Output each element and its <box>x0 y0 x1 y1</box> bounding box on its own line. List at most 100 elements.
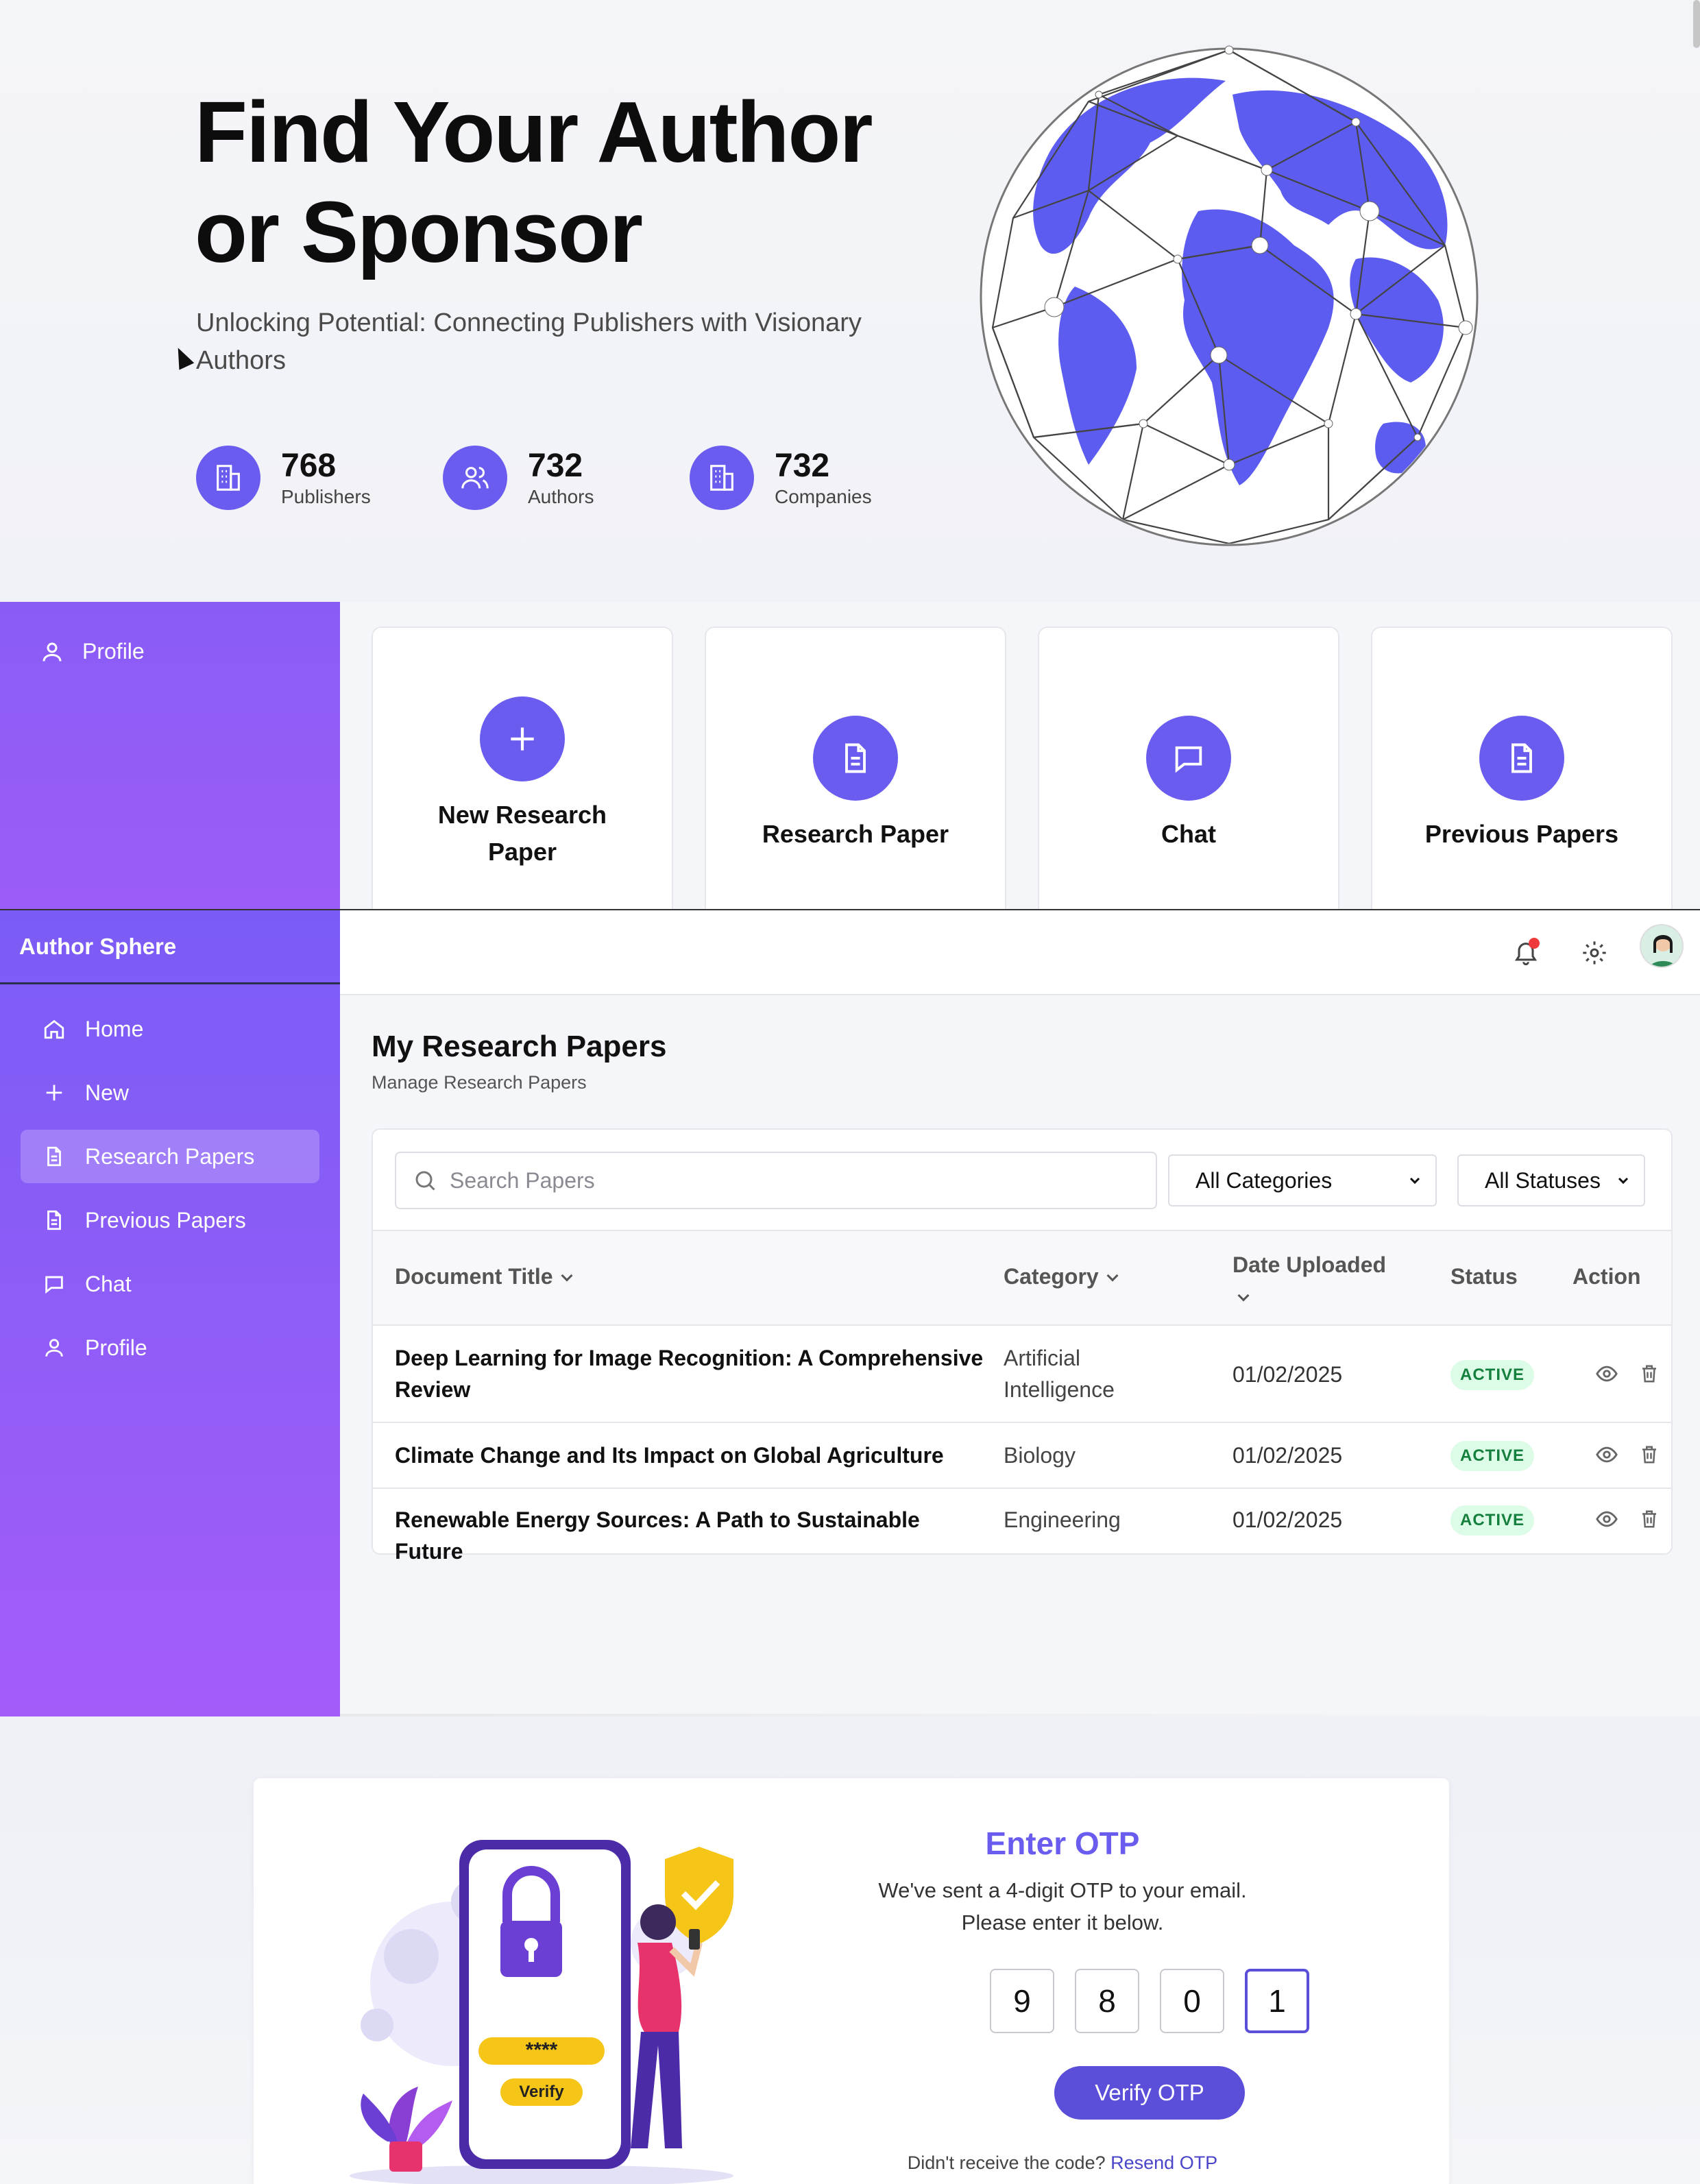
column-header-label: Document Title <box>395 1264 553 1289</box>
top-bar <box>340 910 1700 995</box>
document-icon <box>41 1207 67 1233</box>
card-label: Previous Papers <box>1424 820 1619 848</box>
card-previous-papers[interactable]: Previous Papers <box>1371 627 1673 909</box>
hero-section: Find Your Author or Sponsor Unlocking Po… <box>0 0 1700 602</box>
verify-otp-button[interactable]: Verify OTP <box>1054 2066 1245 2120</box>
trash-icon[interactable] <box>1636 1505 1663 1533</box>
scrollbar[interactable] <box>1693 0 1700 48</box>
otp-digit-4[interactable]: 1 <box>1245 1969 1309 2033</box>
brand-name: Author Sphere <box>0 910 340 984</box>
card-label: Research Paper <box>762 820 949 848</box>
sidebar-item-profile[interactable]: Profile <box>21 1321 319 1374</box>
user-icon <box>41 1335 67 1361</box>
document-icon <box>41 1143 67 1169</box>
otp-card: **** Verify Enter OTP We've sent a 4-dig… <box>254 1778 1449 2184</box>
resend-prefix: Didn't receive the code? <box>907 2152 1106 2173</box>
search-box[interactable] <box>395 1152 1157 1209</box>
stat-value: 732 <box>528 448 583 484</box>
app-main: My Research Papers Manage Research Paper… <box>340 910 1700 1716</box>
plus-icon <box>480 696 565 781</box>
resend-row: Didn't receive the code? Resend OTP <box>871 2152 1254 2174</box>
sidebar-item-profile[interactable]: Profile <box>40 639 145 664</box>
stat-value: 732 <box>775 448 830 484</box>
sidebar-item-previous-papers[interactable]: Previous Papers <box>21 1193 319 1247</box>
document-title: Renewable Energy Sources: A Path to Sust… <box>395 1507 920 1564</box>
gear-icon[interactable] <box>1574 932 1615 973</box>
chat-icon <box>41 1271 67 1297</box>
dashboard-sidebar: Profile <box>0 602 340 909</box>
sidebar-item-label: Profile <box>82 639 145 664</box>
stat-value: 768 <box>281 448 337 484</box>
column-header-date[interactable]: Date Uploaded <box>1232 1249 1386 1312</box>
search-icon <box>413 1168 437 1193</box>
column-header-action: Action <box>1572 1264 1641 1289</box>
search-input[interactable] <box>450 1167 1067 1193</box>
column-header-label: Category <box>1004 1264 1099 1289</box>
building-icon <box>690 446 754 510</box>
column-header-status: Status <box>1450 1264 1518 1289</box>
card-new-research-paper[interactable]: New Research Paper <box>372 627 673 909</box>
sidebar-item-home[interactable]: Home <box>21 1002 319 1056</box>
table-row[interactable]: Renewable Energy Sources: A Path to Sust… <box>373 1489 1671 1564</box>
chevron-down-icon <box>1615 1172 1631 1189</box>
stat-authors: 732 Authors <box>443 446 690 510</box>
otp-digit-2[interactable]: 8 <box>1075 1969 1139 2033</box>
avatar[interactable] <box>1640 924 1684 968</box>
trash-icon[interactable] <box>1636 1441 1663 1468</box>
app-sidebar: Author Sphere Home New Research Papers P… <box>0 910 340 1716</box>
column-header-title[interactable]: Document Title <box>395 1264 573 1289</box>
status-badge: ACTIVE <box>1450 1360 1535 1390</box>
phone-security-illustration: **** Verify <box>350 1840 733 2184</box>
status-badge: ACTIVE <box>1450 1441 1535 1471</box>
stat-companies: 732 Companies <box>690 446 936 510</box>
category-cell: Engineering <box>1004 1507 1121 1532</box>
document-title-line2: Review <box>395 1377 471 1402</box>
card-label-line1: New Research <box>437 801 607 829</box>
resend-otp-link[interactable]: Resend OTP <box>1110 2152 1217 2173</box>
eye-icon[interactable] <box>1593 1505 1620 1533</box>
eye-icon[interactable] <box>1593 1360 1620 1387</box>
card-label-line2: Paper <box>487 838 557 866</box>
sidebar-nav: Home New Research Papers Previous Papers… <box>0 984 340 1403</box>
chevron-down-icon <box>1106 1270 1119 1282</box>
card-research-paper[interactable]: Research Paper <box>705 627 1006 909</box>
document-icon <box>1479 716 1564 801</box>
notification-bell-icon[interactable] <box>1505 932 1546 973</box>
page-subtitle: Manage Research Papers <box>372 1072 587 1093</box>
chevron-down-icon <box>1407 1172 1423 1189</box>
stat-label: Authors <box>528 486 594 507</box>
column-header-category[interactable]: Category <box>1004 1264 1119 1289</box>
otp-message: We've sent a 4-digit OTP to your email. … <box>878 1878 1247 1934</box>
sidebar-item-new[interactable]: New <box>21 1066 319 1119</box>
sidebar-item-label: Home <box>85 1016 144 1041</box>
papers-table-card: All Categories All Statuses Document Tit… <box>372 1128 1673 1564</box>
hero-subtitle-line1: Unlocking Potential: Connecting Publishe… <box>196 308 862 337</box>
notification-dot <box>1529 938 1540 949</box>
eye-icon[interactable] <box>1593 1441 1620 1468</box>
hero-subtitle: Unlocking Potential: Connecting Publishe… <box>196 304 895 380</box>
document-icon <box>813 716 898 801</box>
sidebar-item-chat[interactable]: Chat <box>21 1257 319 1311</box>
category-filter-select[interactable]: All Categories <box>1168 1154 1437 1206</box>
document-title: Climate Change and Its Impact on Global … <box>395 1443 944 1468</box>
table-row[interactable]: Deep Learning for Image Recognition: A C… <box>373 1326 1671 1423</box>
building-icon <box>196 446 260 510</box>
otp-digit-1[interactable]: 9 <box>990 1969 1054 2033</box>
category-cell: Biology <box>1004 1443 1076 1468</box>
sidebar-item-label: Profile <box>85 1335 147 1360</box>
otp-input-group: 9 8 0 1 <box>990 1969 1309 2033</box>
status-filter-select[interactable]: All Statuses <box>1457 1154 1645 1206</box>
card-label: New Research Paper <box>438 797 607 871</box>
trash-icon[interactable] <box>1636 1360 1663 1387</box>
sidebar-item-research-papers[interactable]: Research Papers <box>21 1130 319 1183</box>
category-cell: Artificial Intelligence <box>1004 1342 1209 1405</box>
home-icon <box>41 1016 67 1042</box>
mouse-cursor-icon <box>170 344 195 370</box>
plus-icon <box>41 1080 67 1106</box>
users-icon <box>443 446 507 510</box>
card-chat[interactable]: Chat <box>1038 627 1339 909</box>
table-row[interactable]: Climate Change and Its Impact on Global … <box>373 1423 1671 1489</box>
sidebar-item-label: Previous Papers <box>85 1207 246 1233</box>
otp-digit-3[interactable]: 0 <box>1160 1969 1224 2033</box>
sidebar-item-label: New <box>85 1080 130 1105</box>
